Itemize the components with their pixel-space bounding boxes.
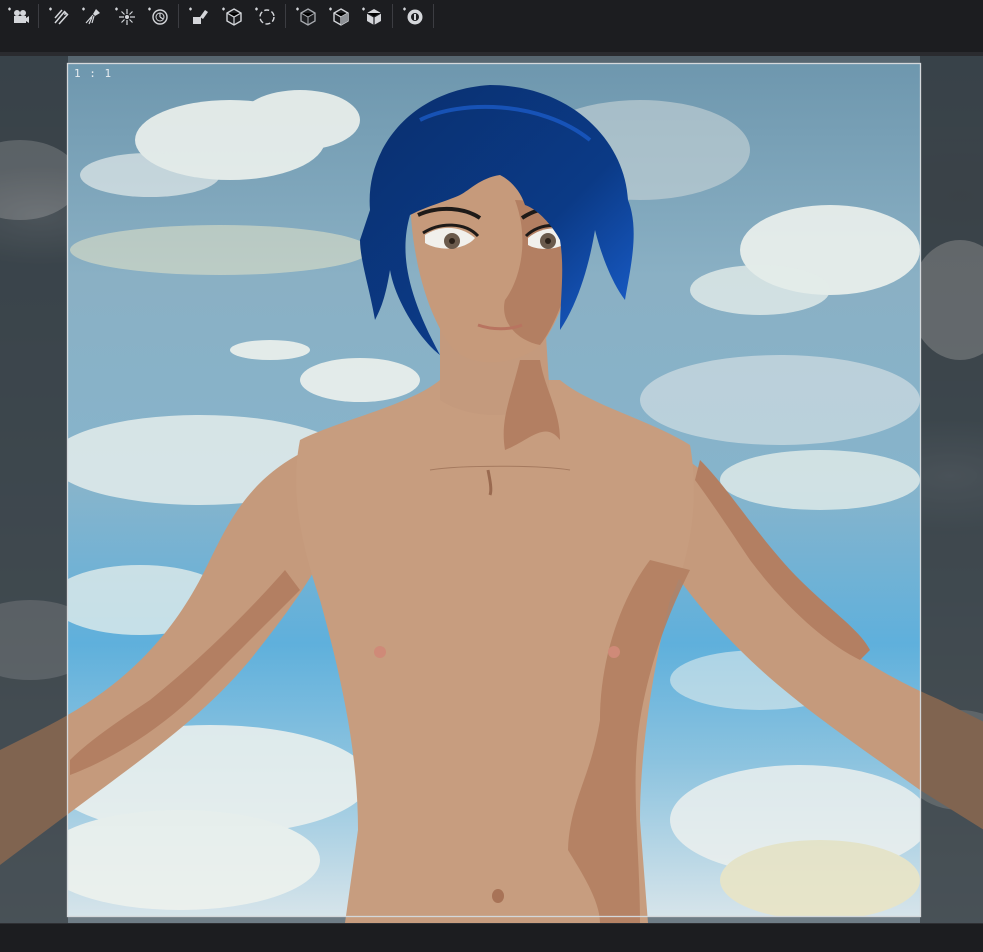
aspect-ratio-label: 1 : 1 — [74, 67, 113, 80]
render-scene — [0, 56, 983, 923]
bottom-bar — [0, 923, 983, 952]
